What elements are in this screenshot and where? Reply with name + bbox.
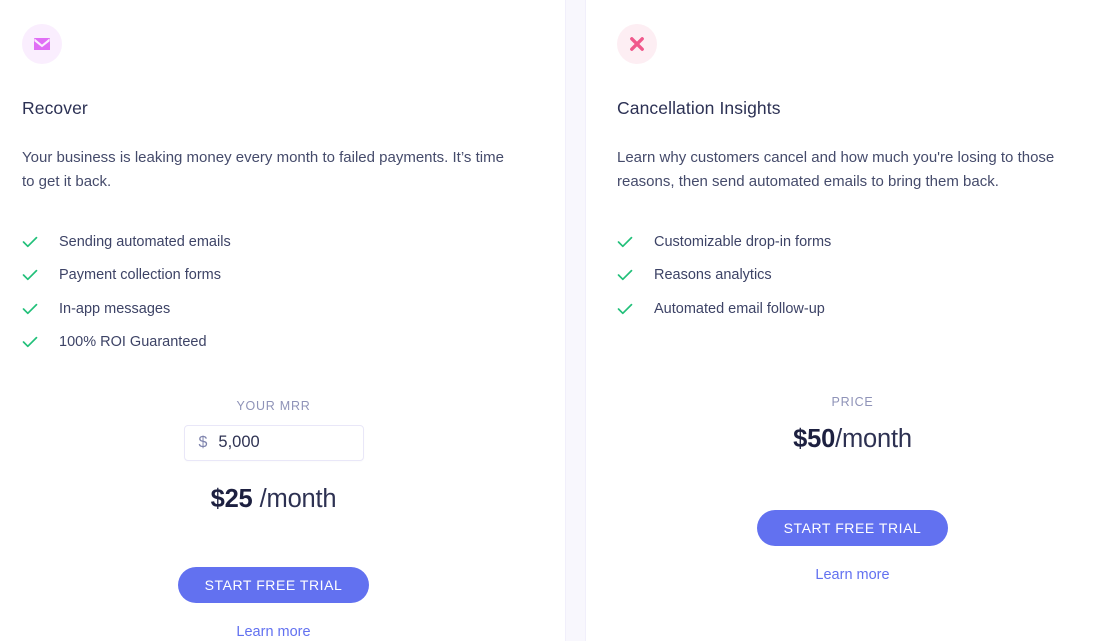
cross-icon bbox=[630, 37, 644, 51]
check-icon bbox=[22, 334, 38, 350]
check-icon bbox=[617, 301, 633, 317]
feature-label: In-app messages bbox=[59, 300, 171, 317]
pricing-comparison-page: Recover Your business is leaking money e… bbox=[0, 0, 1108, 641]
feature-label: Customizable drop-in forms bbox=[654, 233, 832, 250]
plan-title: Recover bbox=[22, 98, 88, 118]
currency-symbol: $ bbox=[198, 433, 208, 451]
mail-icon-badge bbox=[22, 24, 62, 64]
price-block: YOUR MRR $ $25 /month bbox=[22, 400, 525, 512]
price-label: PRICE bbox=[831, 394, 874, 409]
plan-title: Cancellation Insights bbox=[617, 98, 781, 118]
plan-title-wrap: Cancellation Insights bbox=[617, 98, 1088, 119]
check-icon bbox=[22, 234, 38, 250]
feature-list: Customizable drop-in forms Reasons analy… bbox=[617, 225, 1088, 326]
cross-icon-badge bbox=[617, 24, 657, 64]
list-item: 100% ROI Guaranteed bbox=[22, 326, 525, 360]
column-divider bbox=[565, 0, 586, 641]
plan-description-wrap: Learn why customers cancel and how much … bbox=[617, 146, 1088, 194]
mrr-input-field[interactable]: $ bbox=[183, 424, 364, 461]
feature-label: Payment collection forms bbox=[59, 267, 221, 283]
learn-more-link[interactable]: Learn more bbox=[815, 567, 889, 583]
price-amount: $25 bbox=[210, 484, 253, 513]
price-period: /month bbox=[259, 484, 337, 513]
list-item: Sending automated emails bbox=[22, 225, 525, 259]
mrr-input[interactable] bbox=[218, 433, 339, 452]
list-item: In-app messages bbox=[22, 292, 525, 326]
start-free-trial-button[interactable]: START FREE TRIAL bbox=[177, 567, 370, 603]
plan-card-cancellation-insights: Cancellation Insights Learn why customer… bbox=[586, 0, 1108, 641]
list-item: Customizable drop-in forms bbox=[617, 225, 1088, 259]
plan-description-wrap: Your business is leaking money every mon… bbox=[22, 146, 512, 194]
check-icon bbox=[22, 267, 38, 283]
cta-wrap: START FREE TRIAL Learn more bbox=[22, 567, 525, 641]
cta-wrap: START FREE TRIAL Learn more bbox=[617, 509, 1088, 584]
start-free-trial-button[interactable]: START FREE TRIAL bbox=[756, 509, 949, 546]
check-icon bbox=[617, 267, 633, 283]
check-icon bbox=[22, 301, 38, 317]
plan-card-recover: Recover Your business is leaking money e… bbox=[0, 0, 565, 641]
feature-label: Sending automated emails bbox=[59, 233, 231, 250]
feature-label: Automated email follow-up bbox=[654, 300, 825, 317]
mrr-label: YOUR MRR bbox=[236, 399, 311, 413]
learn-more-link[interactable]: Learn more bbox=[236, 624, 310, 640]
check-icon bbox=[617, 234, 633, 250]
price-block: PRICE $50/month bbox=[617, 394, 1088, 453]
plan-description: Your business is leaking money every mon… bbox=[22, 149, 504, 190]
feature-list: Sending automated emails Payment collect… bbox=[22, 225, 525, 359]
price-period: /month bbox=[835, 425, 912, 453]
price-amount: $50 bbox=[793, 425, 836, 453]
computed-price: $25 /month bbox=[22, 484, 525, 513]
feature-label: 100% ROI Guaranteed bbox=[59, 334, 207, 350]
list-item: Automated email follow-up bbox=[617, 292, 1088, 326]
plan-description: Learn why customers cancel and how much … bbox=[617, 149, 1055, 190]
feature-label: Reasons analytics bbox=[654, 267, 772, 283]
list-item: Payment collection forms bbox=[22, 259, 525, 293]
plan-title-wrap: Recover bbox=[22, 98, 525, 119]
list-item: Reasons analytics bbox=[617, 259, 1088, 293]
plan-price: $50/month bbox=[617, 425, 1088, 453]
mail-icon bbox=[34, 38, 50, 50]
